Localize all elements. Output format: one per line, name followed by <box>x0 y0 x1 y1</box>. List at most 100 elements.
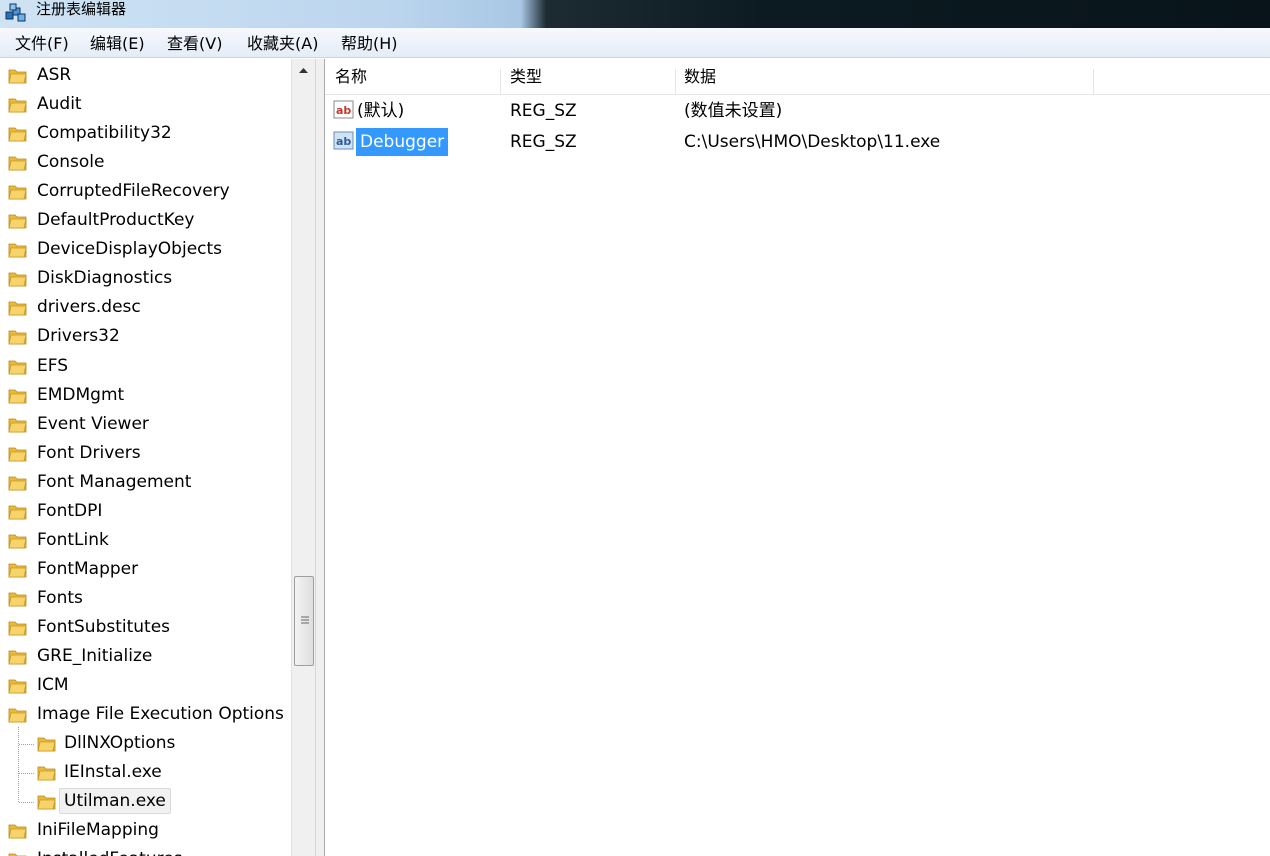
tree-item-label: IniFileMapping <box>37 820 159 841</box>
menu-file[interactable]: 文件(F) <box>15 34 69 54</box>
registry-editor-icon <box>5 3 26 22</box>
tree-item-label: Console <box>37 152 105 173</box>
tree-item-label: ICM <box>37 675 69 696</box>
column-divider[interactable] <box>500 69 501 95</box>
tree-item[interactable]: Font Drivers <box>0 440 290 466</box>
folder-icon <box>8 360 27 374</box>
folder-icon <box>8 708 27 723</box>
tree-item[interactable]: IEInstal.exe <box>0 759 290 785</box>
tree-item-label: DllNXOptions <box>64 733 176 754</box>
tree-item-label: drivers.desc <box>37 297 141 318</box>
tree-item[interactable]: Utilman.exe <box>0 788 290 815</box>
folder-icon <box>8 505 27 520</box>
folder-icon <box>8 650 27 665</box>
tree-item[interactable]: EMDMgmt <box>0 382 290 408</box>
folder-icon <box>8 853 27 856</box>
tree-item-label: Fonts <box>37 587 83 608</box>
tree-item[interactable]: Drivers32 <box>0 323 290 349</box>
value-name: Debugger <box>356 128 449 156</box>
folder-icon <box>37 795 56 810</box>
tree-item[interactable]: FontMapper <box>0 556 290 582</box>
tree-item[interactable]: Font Management <box>0 469 290 495</box>
string-value-icon: ab <box>333 131 354 150</box>
folder-icon <box>37 737 56 752</box>
folder-icon <box>8 272 27 287</box>
tree-item-label: DeviceDisplayObjects <box>37 239 223 260</box>
tree-item-label: Event Viewer <box>37 413 149 434</box>
menu-help[interactable]: 帮助(H) <box>341 34 398 54</box>
folder-icon <box>8 534 27 549</box>
column-divider[interactable] <box>675 69 676 95</box>
tree-item[interactable]: Console <box>0 149 290 175</box>
tree-item[interactable]: DeviceDisplayObjects <box>0 236 290 262</box>
menu-edit[interactable]: 编辑(E) <box>90 34 145 54</box>
menu-bar: 文件(F) 编辑(E) 查看(V) 收藏夹(A) 帮助(H) <box>0 28 1270 58</box>
tree-item[interactable]: CorruptedFileRecovery <box>0 178 290 204</box>
tree-item[interactable]: EFS <box>0 353 290 379</box>
title-bar: 注册表编辑器 <box>0 0 1270 28</box>
tree-item-label: Audit <box>37 94 82 115</box>
folder-icon <box>8 476 27 491</box>
column-header-name[interactable]: 名称 <box>335 59 367 95</box>
tree-vertical-scrollbar[interactable] <box>291 59 315 856</box>
tree-item-label: FontSubstitutes <box>37 616 171 637</box>
folder-icon <box>8 301 27 316</box>
tree-item[interactable]: Event Viewer <box>0 411 290 437</box>
scroll-up-arrow-icon[interactable] <box>292 59 315 81</box>
tree-item[interactable]: GRE_Initialize <box>0 643 290 669</box>
folder-icon <box>8 331 27 345</box>
tree-item[interactable]: FontLink <box>0 527 290 553</box>
tree-item-label: FontLink <box>37 529 109 550</box>
tree-item[interactable]: DllNXOptions <box>0 730 290 756</box>
tree-item-label: InstalledFeatures <box>37 846 183 856</box>
tree-item-label: DefaultProductKey <box>37 210 195 231</box>
tree-item[interactable]: Compatibility32 <box>0 120 290 146</box>
scrollbar-thumb[interactable] <box>294 576 314 666</box>
folder-icon <box>8 214 27 229</box>
folder-icon <box>8 185 27 200</box>
tree-item[interactable]: DefaultProductKey <box>0 207 290 233</box>
tree-item[interactable]: Audit <box>0 91 290 117</box>
registry-key-tree[interactable]: ASR Audit Compatibility32 Console CorruptedF… <box>0 59 316 856</box>
folder-icon <box>8 156 27 171</box>
value-data: C:\Users\HMO\Desktop\11.exe <box>684 132 941 152</box>
tree-item[interactable]: Fonts <box>0 585 290 611</box>
tree-item[interactable]: drivers.desc <box>0 294 290 320</box>
tree-item[interactable]: FontSubstitutes <box>0 614 290 640</box>
tree-item-label: FontMapper <box>37 558 139 579</box>
list-header: 名称 类型 数据 <box>325 59 1270 95</box>
menu-favorites[interactable]: 收藏夹(A) <box>247 34 318 54</box>
svg-text:ab: ab <box>336 135 351 148</box>
column-header-type[interactable]: 类型 <box>510 59 542 95</box>
tree-item[interactable]: ICM <box>0 672 290 698</box>
folder-icon <box>8 447 27 462</box>
tree-item-label: EFS <box>37 355 69 376</box>
value-row-selected[interactable]: ab Debugger REG_SZ C:\Users\HMO\Desktop\… <box>325 127 1270 157</box>
tree-item-label: EMDMgmt <box>37 384 125 405</box>
tree-item[interactable]: InstalledFeatures <box>0 846 290 856</box>
tree-item-label: Font Management <box>37 471 192 492</box>
tree-item[interactable]: Image File Execution Options <box>0 701 290 727</box>
tree-item[interactable]: DiskDiagnostics <box>0 265 290 291</box>
registry-values-list[interactable]: 名称 类型 数据 ab (默认) REG_SZ (数值未设置) ab Debug… <box>325 59 1270 856</box>
grip-icon <box>301 616 309 624</box>
pane-splitter[interactable] <box>316 59 325 856</box>
tree-item-label: Drivers32 <box>37 326 120 347</box>
folder-icon <box>8 98 27 113</box>
folder-icon <box>8 824 27 839</box>
tree-item[interactable]: ASR <box>0 62 290 88</box>
svg-text:ab: ab <box>336 104 351 117</box>
folder-icon <box>37 766 56 781</box>
folder-icon <box>8 127 27 142</box>
tree-item-label: Utilman.exe <box>59 788 171 815</box>
tree-item-label: IEInstal.exe <box>64 762 162 783</box>
column-divider[interactable] <box>1093 69 1094 95</box>
folder-icon <box>8 243 27 258</box>
window-title: 注册表编辑器 <box>36 0 127 18</box>
column-header-data[interactable]: 数据 <box>684 59 716 95</box>
menu-view[interactable]: 查看(V) <box>167 34 222 54</box>
tree-item-label: GRE_Initialize <box>37 646 153 666</box>
tree-item[interactable]: FontDPI <box>0 498 290 524</box>
tree-item[interactable]: IniFileMapping <box>0 817 290 843</box>
value-row[interactable]: ab (默认) REG_SZ (数值未设置) <box>325 96 1270 126</box>
